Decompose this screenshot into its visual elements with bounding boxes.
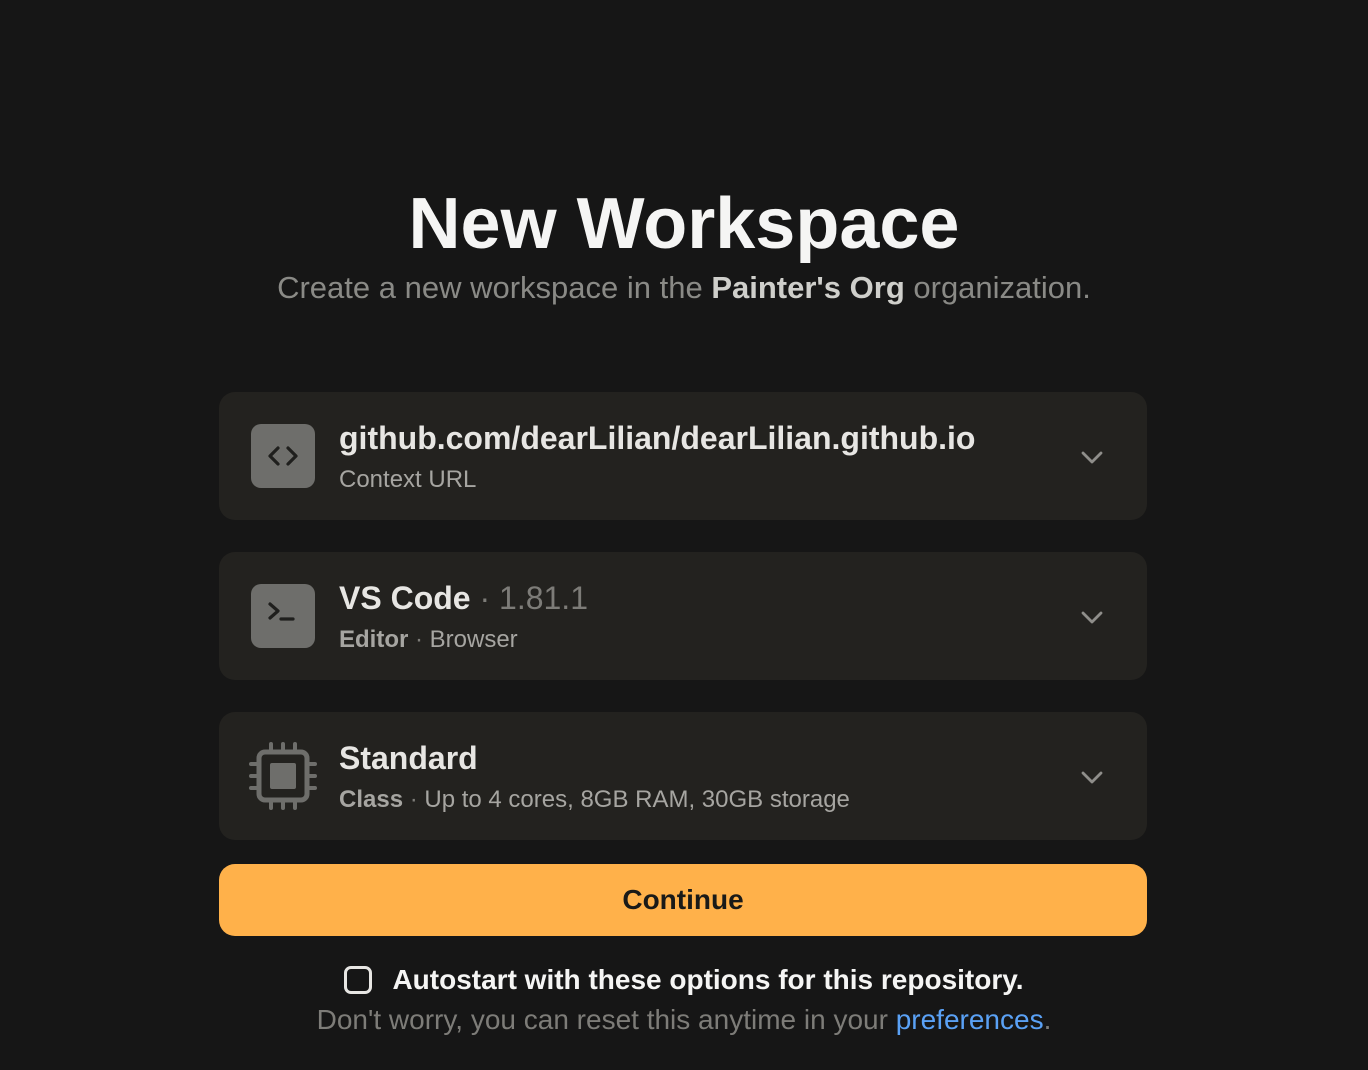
context-url-selector[interactable]: github.com/dearLilian/dearLilian.github.… xyxy=(219,392,1147,520)
editor-selector[interactable]: VS Code · 1.81.1 Editor · Browser xyxy=(219,552,1147,680)
autostart-checkbox[interactable] xyxy=(344,966,373,994)
class-type-label: Class xyxy=(339,786,404,813)
autostart-note: Don't worry, you can reset this anytime … xyxy=(0,1000,1368,1040)
editor-type-label: Editor xyxy=(339,626,409,653)
class-name: Standard xyxy=(339,740,478,776)
subtitle-suffix: organization. xyxy=(904,270,1091,305)
separator: · xyxy=(408,626,430,653)
chevron-down-icon[interactable] xyxy=(1079,444,1105,470)
chevron-down-icon[interactable] xyxy=(1079,764,1105,790)
note-suffix: . xyxy=(1043,1004,1052,1035)
preferences-link[interactable]: preferences xyxy=(896,1004,1044,1035)
organization-name: Painter's Org xyxy=(711,270,905,305)
editor-mode: Browser xyxy=(429,626,518,653)
editor-details: Editor · Browser xyxy=(339,624,518,656)
new-workspace-page: New Workspace Create a new workspace in … xyxy=(0,0,1368,1070)
subtitle-prefix: Create a new workspace in the xyxy=(277,270,712,305)
editor-version: · 1.81.1 xyxy=(470,580,588,616)
class-spec: Up to 4 cores, 8GB RAM, 30GB storage xyxy=(424,786,850,813)
editor-name-line: VS Code · 1.81.1 xyxy=(339,578,588,618)
separator: · xyxy=(403,786,425,813)
terminal-icon xyxy=(251,584,315,648)
class-details: Class · Up to 4 cores, 8GB RAM, 30GB sto… xyxy=(339,784,850,816)
context-url-label: Context URL xyxy=(339,466,477,493)
cpu-chip-icon xyxy=(249,742,317,810)
page-title: New Workspace xyxy=(408,184,960,264)
chevron-down-icon[interactable] xyxy=(1079,604,1105,630)
autostart-option: Autostart with these options for this re… xyxy=(0,960,1368,1000)
workspace-class-selector[interactable]: Standard Class · Up to 4 cores, 8GB RAM,… xyxy=(219,712,1147,840)
autostart-label[interactable]: Autostart with these options for this re… xyxy=(392,960,1023,1000)
page-subtitle: Create a new workspace in the Painter's … xyxy=(0,268,1368,308)
continue-button[interactable]: Continue xyxy=(219,864,1147,936)
note-prefix: Don't worry, you can reset this anytime … xyxy=(316,1004,896,1035)
code-brackets-icon xyxy=(251,424,315,488)
editor-name: VS Code xyxy=(339,580,471,616)
context-url-value: github.com/dearLilian/dearLilian.github.… xyxy=(339,420,976,456)
